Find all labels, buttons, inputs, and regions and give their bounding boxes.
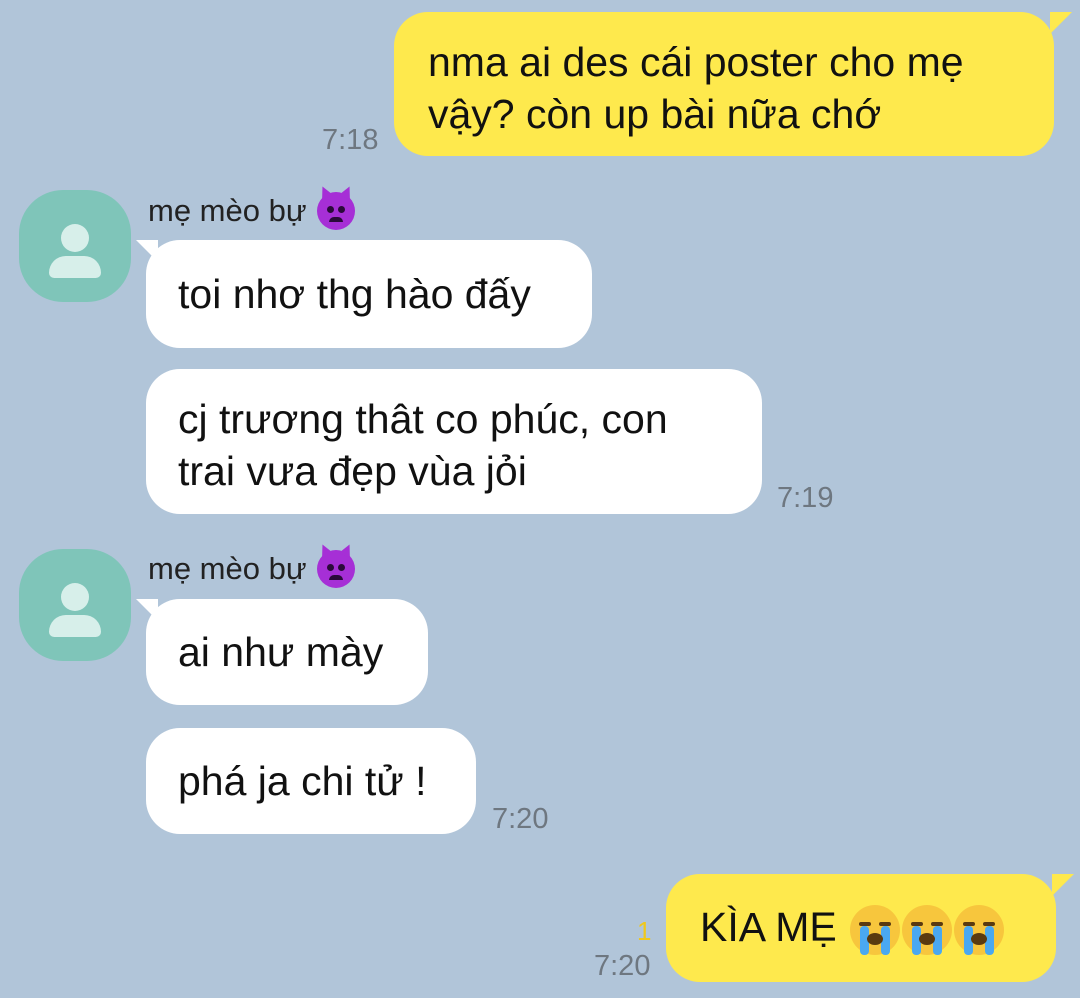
message-text: KÌA MẸ — [700, 904, 837, 950]
bubble-tail — [1052, 874, 1074, 896]
incoming-message-bubble[interactable]: toi nhơ thg hào đấy — [136, 240, 592, 348]
bubble-tail — [1050, 12, 1072, 34]
message-text: phá ja chi tử ! — [178, 758, 427, 804]
bubble-tail — [136, 240, 158, 262]
angry-devil-icon — [316, 192, 355, 230]
sender-name: mẹ mèo bự — [148, 192, 355, 230]
unread-count: 1 — [637, 916, 652, 946]
outgoing-message-bubble[interactable]: nma ai des cái poster cho mẹ vậy? còn up… — [394, 12, 1072, 156]
message-text-line: cj trương thât co phúc, con — [178, 396, 668, 442]
message-text: toi nhơ thg hào đấy — [178, 271, 531, 317]
outgoing-message-bubble[interactable]: KÌA MẸ — [666, 874, 1074, 982]
crying-face-icon — [850, 905, 901, 956]
person-icon-head — [61, 583, 89, 611]
message-timestamp: 7:19 — [777, 482, 834, 514]
bubble-tail — [136, 599, 158, 621]
person-icon-body — [49, 615, 101, 637]
message-timestamp: 7:20 — [594, 950, 651, 982]
person-icon-body — [49, 256, 101, 278]
sender-name: mẹ mèo bự — [148, 550, 355, 588]
message-text: ai như mày — [178, 629, 384, 675]
avatar[interactable] — [19, 549, 131, 661]
avatar[interactable] — [19, 190, 131, 302]
message-text-line: vậy? còn up bài nữa chớ — [428, 91, 882, 137]
incoming-message-bubble[interactable]: phá ja chi tử ! — [146, 728, 476, 834]
sender-name-text: mẹ mèo bự — [148, 551, 307, 586]
sender-name-text: mẹ mèo bự — [148, 193, 307, 228]
message-text-line: trai vưa đẹp vùa jỏi — [178, 448, 527, 494]
crying-face-icon — [954, 905, 1005, 956]
incoming-message-bubble[interactable]: cj trương thât co phúc, con trai vưa đẹp… — [146, 369, 762, 514]
crying-face-icon — [902, 905, 953, 956]
message-timestamp: 7:20 — [492, 803, 549, 835]
message-text-line: nma ai des cái poster cho mẹ — [428, 39, 964, 85]
incoming-message-bubble[interactable]: ai như mày — [136, 599, 428, 705]
message-timestamp: 7:18 — [322, 124, 379, 156]
angry-devil-icon — [316, 550, 355, 588]
person-icon-head — [61, 224, 89, 252]
